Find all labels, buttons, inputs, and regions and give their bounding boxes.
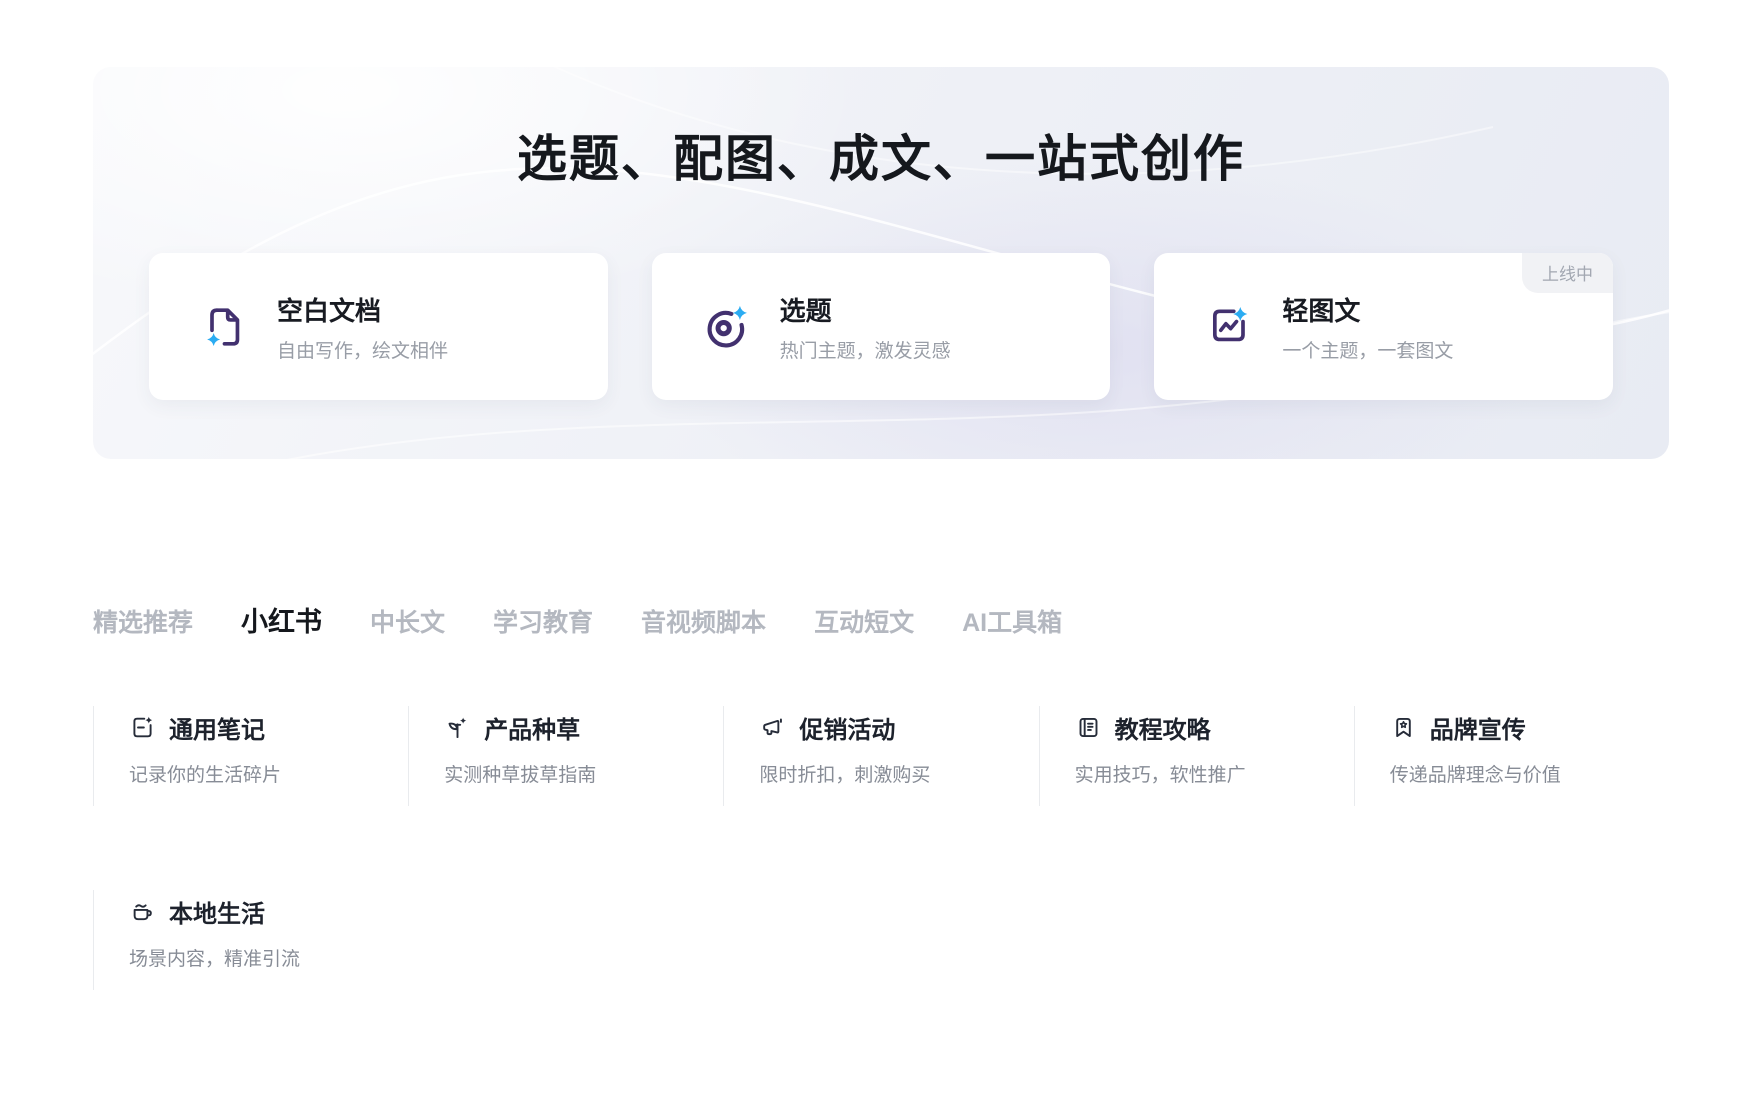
category-product-seeding[interactable]: 产品种草 实测种草拔草指南 (408, 706, 723, 806)
light-graphic-card[interactable]: 上线中 轻图文 一个主题，一套图文 (1154, 253, 1613, 400)
hero-title: 选题、配图、成文、一站式创作 (93, 67, 1669, 187)
topic-selection-card[interactable]: 选题 热门主题，激发灵感 (652, 253, 1111, 400)
coffee-cup-icon (129, 898, 156, 925)
megaphone-icon (759, 714, 786, 741)
tab-video-script[interactable]: 音视频脚本 (641, 603, 766, 639)
tab-long-article[interactable]: 中长文 (370, 603, 445, 639)
category-subtitle: 限时折扣，刺激购买 (759, 760, 1028, 787)
card-title: 轻图文 (1282, 291, 1453, 328)
category-title: 本地生活 (169, 894, 265, 929)
tab-ai-toolbox[interactable]: AI工具箱 (962, 603, 1062, 639)
note-sparkle-icon (129, 714, 156, 741)
template-category-grid: 通用笔记 记录你的生活碎片 产品种草 实测种草拔草指南 促销活动 限时折扣，刺激… (93, 706, 1669, 990)
category-title: 促销活动 (799, 710, 895, 745)
category-promotion[interactable]: 促销活动 限时折扣，刺激购买 (723, 706, 1038, 806)
bookmark-star-icon (1390, 714, 1417, 741)
tab-featured[interactable]: 精选推荐 (93, 603, 193, 639)
hero-banner: 选题、配图、成文、一站式创作 空白文档 自由写作，绘文相伴 选题 (93, 67, 1669, 459)
hero-card-row: 空白文档 自由写作，绘文相伴 选题 热门主题，激发灵感 上线中 (93, 253, 1669, 400)
tab-short-post[interactable]: 互动短文 (814, 603, 914, 639)
blank-document-sparkle-icon (199, 301, 251, 353)
category-tab-bar: 精选推荐 小红书 中长文 学习教育 音视频脚本 互动短文 AI工具箱 (93, 600, 1748, 639)
category-subtitle: 实用技巧，软性推广 (1075, 760, 1344, 787)
journal-icon (1075, 714, 1102, 741)
category-title: 通用笔记 (169, 710, 265, 745)
category-title: 教程攻略 (1115, 710, 1211, 745)
card-subtitle: 热门主题，激发灵感 (780, 336, 951, 363)
card-subtitle: 一个主题，一套图文 (1282, 336, 1453, 363)
category-title: 品牌宣传 (1430, 710, 1526, 745)
category-subtitle: 记录你的生活碎片 (129, 760, 398, 787)
tab-xiaohongshu[interactable]: 小红书 (241, 600, 322, 639)
category-brand-promotion[interactable]: 品牌宣传 传递品牌理念与价值 (1354, 706, 1669, 806)
blank-document-card[interactable]: 空白文档 自由写作，绘文相伴 (149, 253, 608, 400)
category-general-note[interactable]: 通用笔记 记录你的生活碎片 (93, 706, 408, 806)
category-local-life[interactable]: 本地生活 场景内容，精准引流 (93, 890, 408, 990)
category-title: 产品种草 (484, 710, 580, 745)
category-tutorial[interactable]: 教程攻略 实用技巧，软性推广 (1039, 706, 1354, 806)
light-graphic-sparkle-icon (1204, 301, 1256, 353)
sprout-icon (444, 714, 471, 741)
topic-eye-sparkle-icon (702, 301, 754, 353)
card-title: 空白文档 (277, 291, 448, 328)
category-subtitle: 传递品牌理念与价值 (1390, 760, 1659, 787)
status-badge: 上线中 (1522, 253, 1613, 293)
category-subtitle: 实测种草拔草指南 (444, 760, 713, 787)
tab-education[interactable]: 学习教育 (493, 603, 593, 639)
category-subtitle: 场景内容，精准引流 (129, 944, 398, 971)
card-title: 选题 (780, 291, 951, 328)
card-subtitle: 自由写作，绘文相伴 (277, 336, 448, 363)
